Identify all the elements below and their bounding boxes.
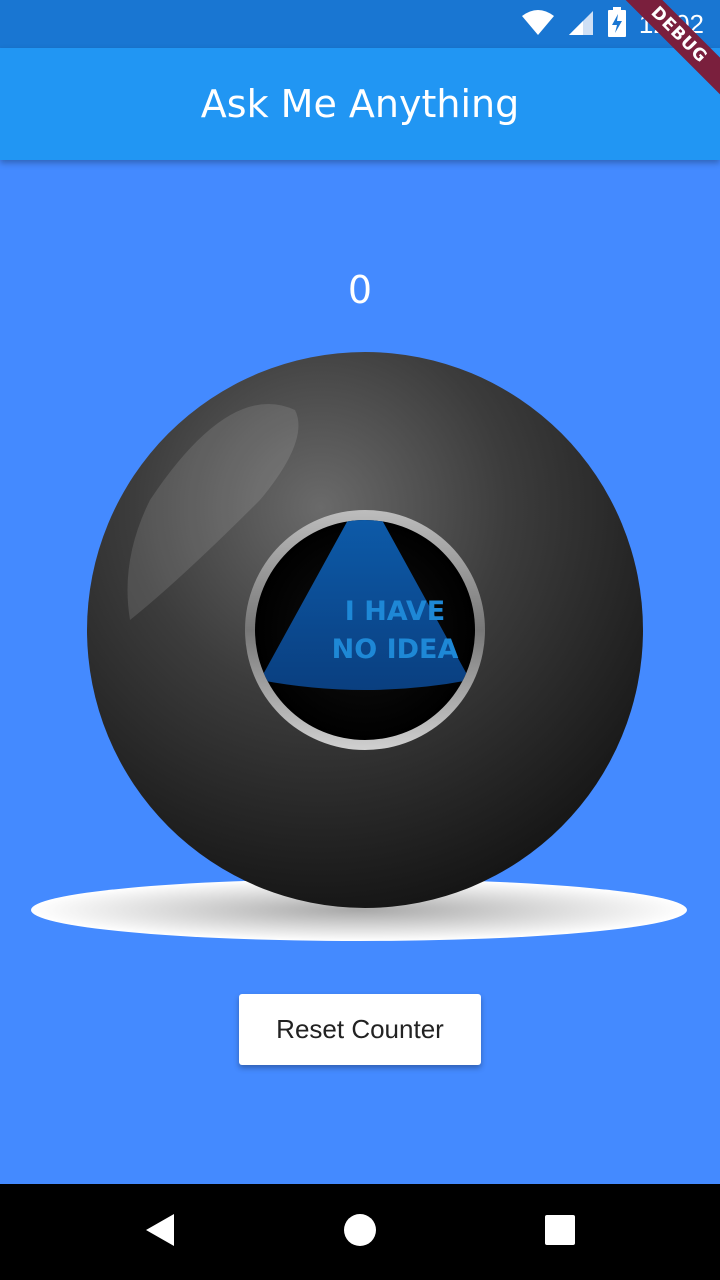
app-title: Ask Me Anything — [200, 82, 520, 126]
recents-icon — [545, 1214, 575, 1250]
battery-charging-icon — [607, 6, 627, 42]
back-button[interactable] — [100, 1184, 220, 1280]
back-icon — [144, 1213, 176, 1252]
wifi-icon — [521, 8, 555, 41]
navigation-bar — [0, 1184, 720, 1280]
cell-signal-icon — [567, 8, 595, 41]
magic-ball-image[interactable]: I HAVE NO IDEA — [30, 350, 690, 950]
recents-button[interactable] — [500, 1184, 620, 1280]
status-bar: 12:02 — [0, 0, 720, 48]
reset-counter-button[interactable]: Reset Counter — [239, 994, 481, 1065]
ball-answer-line2: NO IDEA — [331, 634, 459, 665]
counter-value: 0 — [347, 268, 373, 312]
app-bar: Ask Me Anything — [0, 48, 720, 160]
ball-answer-line1: I HAVE — [344, 596, 446, 627]
home-icon — [343, 1213, 377, 1252]
home-button[interactable] — [300, 1184, 420, 1280]
